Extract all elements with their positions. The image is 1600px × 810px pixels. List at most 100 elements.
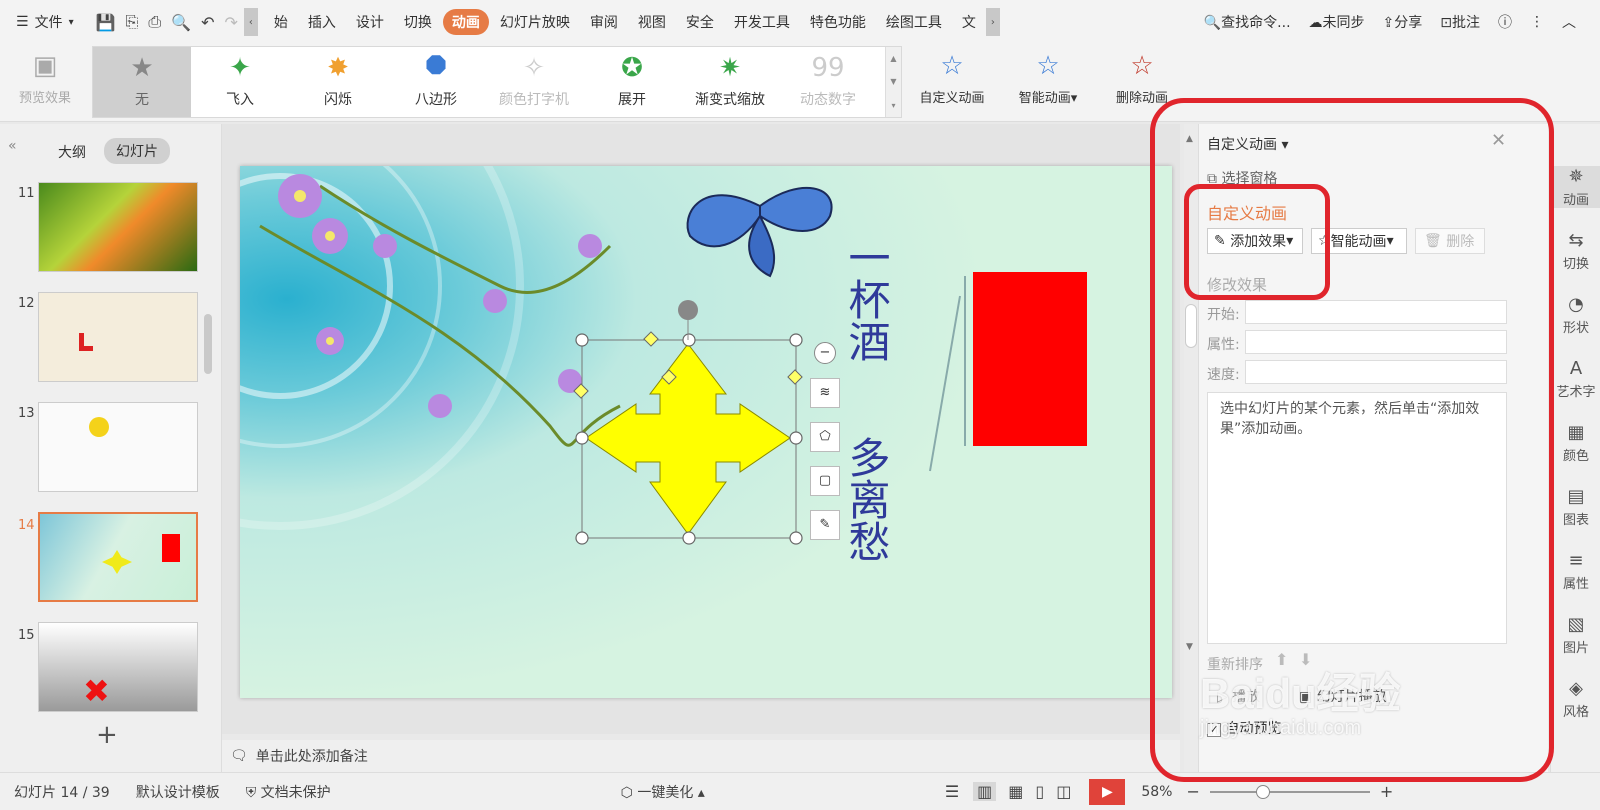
outline-icon[interactable]: ▢	[810, 466, 840, 496]
protect-status[interactable]: ⛨ 文档未保护	[246, 782, 331, 802]
slide-canvas[interactable]: 一杯酒 多离愁 − ≋ ⬠ ▢ ✎	[240, 166, 1172, 698]
expand-icon: ✪	[621, 53, 643, 83]
tab-2[interactable]: 设计	[347, 9, 393, 35]
presenter-view-icon[interactable]: ◫	[1056, 782, 1071, 801]
poem-line-2: 多离愁	[842, 436, 891, 562]
tab-7[interactable]: 视图	[629, 9, 675, 35]
search-command[interactable]: 🔍查找命令...	[1204, 12, 1291, 32]
print-preview-icon[interactable]: 🔍	[171, 13, 191, 32]
slide-thumbnail-11[interactable]	[38, 182, 198, 272]
custom-animation-button[interactable]: ☆ 自定义动画	[910, 48, 994, 118]
side-tool-icon-4: ▦	[1567, 422, 1585, 443]
side-tool-5[interactable]: ▤ 图表	[1551, 486, 1600, 528]
zoom-slider[interactable]	[1209, 784, 1370, 799]
zoom-out-icon[interactable]: −	[1186, 782, 1199, 801]
collapse-ribbon-icon[interactable]: ︿	[1562, 12, 1576, 32]
slide-thumbnail-13[interactable]	[38, 402, 198, 492]
slide-number-11: 11	[18, 186, 35, 201]
animation-effect-2[interactable]: ✸ 闪烁	[289, 47, 387, 117]
notes-view-icon[interactable]: ☰	[945, 782, 959, 801]
tab-8[interactable]: 安全	[677, 9, 723, 35]
zoom-level[interactable]: 58%	[1141, 784, 1172, 800]
help-icon[interactable]: ⓘ	[1498, 12, 1512, 32]
side-tool-7[interactable]: ▧ 图片	[1551, 614, 1600, 656]
animation-effect-6[interactable]: ✷ 渐变式缩放	[681, 47, 779, 117]
notes-bar[interactable]: 🗨 单击此处添加备注	[222, 740, 1180, 772]
shape-style-icon[interactable]: ⬠	[810, 422, 840, 452]
tab-5[interactable]: 幻灯片放映	[491, 9, 579, 35]
animation-effect-5[interactable]: ✪ 展开	[583, 47, 681, 117]
minus-circle-icon[interactable]: −	[814, 342, 836, 364]
slides-tab[interactable]: 幻灯片	[104, 138, 170, 164]
slide-info: 幻灯片 14 / 39	[14, 784, 110, 801]
smart-animation-button[interactable]: ☆ 智能动画▾	[1006, 48, 1090, 118]
print-icon[interactable]: ⎙	[148, 12, 161, 32]
animation-effect-7[interactable]: 99 动态数字	[779, 47, 877, 117]
file-menu[interactable]: ☰ 文件 ▾	[16, 12, 74, 32]
side-tool-3[interactable]: A 艺术字	[1551, 358, 1600, 400]
zoom-in-icon[interactable]: +	[1380, 782, 1393, 801]
add-slide-icon[interactable]: +	[96, 720, 118, 750]
animation-effect-1[interactable]: ✦ 飞入	[191, 47, 289, 117]
share-button[interactable]: ⇪分享	[1383, 12, 1423, 32]
panel-scrollbar[interactable]	[204, 314, 212, 374]
sorter-view-icon[interactable]: ▦	[1008, 782, 1023, 801]
redo-icon[interactable]: ↷	[224, 13, 237, 32]
more-icon[interactable]: ⋮	[1530, 14, 1544, 30]
side-tool-2[interactable]: ◔ 形状	[1551, 294, 1600, 336]
side-tool-icon-3: A	[1569, 358, 1583, 379]
slide-thumbnail-12[interactable]	[38, 292, 198, 382]
side-tool-8[interactable]: ◈ 风格	[1551, 678, 1600, 720]
tab-1[interactable]: 插入	[299, 9, 345, 35]
delete-animation-icon: ☆	[1130, 51, 1154, 81]
slide-background	[240, 166, 1172, 698]
brush-icon[interactable]: ✎	[810, 510, 840, 540]
slide-number-15: 15	[18, 628, 35, 643]
gallery-scrollbar[interactable]: ▲ ▼ ▾	[885, 47, 901, 117]
outline-tab[interactable]: 大纲	[58, 142, 86, 162]
output-icon[interactable]: ⎘	[126, 12, 139, 32]
red-rectangle[interactable]	[973, 272, 1087, 446]
animation-effect-3[interactable]: ⯃ 八边形	[387, 47, 485, 117]
rotate-handle[interactable]	[678, 300, 698, 320]
side-tool-0[interactable]: ✵ 动画	[1551, 166, 1600, 208]
slideshow-play-button[interactable]: ▶	[1089, 778, 1126, 805]
side-tool-4[interactable]: ▦ 颜色	[1551, 422, 1600, 464]
tab-12[interactable]: 文	[953, 9, 985, 35]
poem-line-1: 一杯酒	[842, 236, 891, 362]
slide-number-12: 12	[18, 296, 35, 311]
tab-11[interactable]: 绘图工具	[877, 9, 951, 35]
layers-icon[interactable]: ≋	[810, 378, 840, 408]
tabs-scroll-left[interactable]: ‹	[243, 8, 258, 36]
tab-0[interactable]: 始	[265, 9, 297, 35]
tab-3[interactable]: 切换	[395, 9, 441, 35]
tab-4[interactable]: 动画	[442, 9, 489, 35]
template-label[interactable]: 默认设计模板	[136, 782, 220, 802]
tab-9[interactable]: 开发工具	[725, 9, 799, 35]
annotate-button[interactable]: ⊡批注	[1440, 12, 1480, 32]
normal-view-icon[interactable]: ▥	[973, 782, 997, 801]
sync-status[interactable]: ☁未同步	[1309, 12, 1365, 32]
animation-effect-4[interactable]: ✧ 颜色打字机	[485, 47, 583, 117]
tabs-scroll-right[interactable]: ›	[985, 8, 1000, 36]
preview-icon: ▣	[32, 51, 58, 81]
tab-10[interactable]: 特色功能	[801, 9, 875, 35]
reading-view-icon[interactable]: ▯	[1035, 782, 1044, 801]
side-tool-1[interactable]: ⇆ 切换	[1551, 230, 1600, 272]
save-icon[interactable]: 💾	[96, 13, 116, 32]
animation-effect-0[interactable]: ★ 无	[93, 47, 191, 117]
tab-6[interactable]: 审阅	[581, 9, 627, 35]
collapse-panel-icon[interactable]: «	[8, 138, 17, 154]
slide-thumbnail-15[interactable]: ✖	[38, 622, 198, 712]
slide-thumbnail-14[interactable]	[38, 512, 198, 602]
file-label: 文件	[34, 15, 63, 31]
hamburger-icon: ☰	[16, 14, 29, 30]
beautify-button[interactable]: ⬡ 一键美化 ▴	[621, 782, 705, 802]
octagon-icon: ⯃	[425, 52, 447, 82]
smart-animation-icon: ☆	[1036, 51, 1060, 81]
undo-icon[interactable]: ↶	[201, 13, 214, 32]
side-tool-6[interactable]: ≡ 属性	[1551, 550, 1600, 592]
side-tool-icon-2: ◔	[1568, 294, 1584, 315]
notes-placeholder: 单击此处添加备注	[255, 749, 368, 765]
preview-effect-button[interactable]: ▣ 预览效果	[8, 48, 82, 118]
